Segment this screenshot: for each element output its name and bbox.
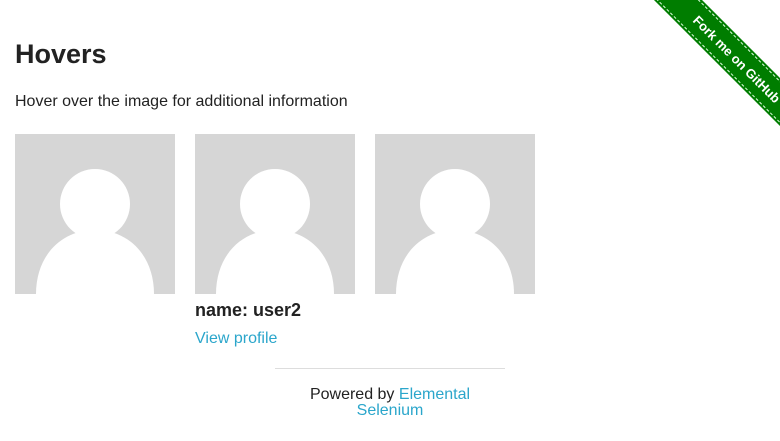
footer-prefix: Powered by xyxy=(309,386,395,403)
user-avatar-icon[interactable] xyxy=(15,134,175,294)
figure-list: name: user2 View profile xyxy=(15,134,535,347)
figure-user2[interactable]: name: user2 View profile xyxy=(195,134,355,347)
figure-user3[interactable] xyxy=(375,134,535,294)
user-avatar-icon[interactable] xyxy=(375,134,535,294)
view-profile-link[interactable]: View profile xyxy=(195,329,435,349)
page-intro: Hover over the image for additional info… xyxy=(15,93,348,110)
footer-divider xyxy=(275,368,505,369)
user-avatar-icon[interactable] xyxy=(195,134,355,294)
page-title: Hovers xyxy=(15,39,107,69)
page-footer: Powered by Elemental Selenium xyxy=(300,387,480,419)
github-ribbon-container: Fork me on GitHub xyxy=(630,0,780,150)
caption-user-name: name: user2 xyxy=(195,300,302,320)
figure-user1[interactable] xyxy=(15,134,175,294)
page: Hovers Hover over the image for addition… xyxy=(0,0,780,441)
figure-caption: name: user2 View profile xyxy=(195,294,435,349)
fork-me-on-github-ribbon[interactable]: Fork me on GitHub xyxy=(648,0,780,148)
